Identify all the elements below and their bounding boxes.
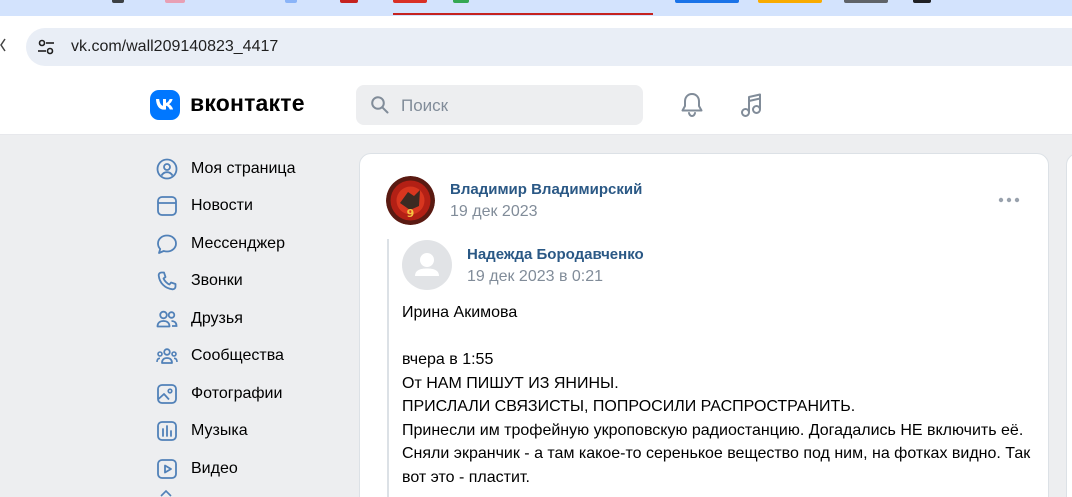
vk-logo-text[interactable]: вконтакте — [190, 90, 305, 117]
search-icon — [371, 96, 389, 114]
post-author-link[interactable]: Владимир Владимирский — [450, 181, 642, 198]
repost-date[interactable]: 19 дек 2023 в 0:21 — [467, 268, 603, 286]
tab-stub[interactable] — [758, 0, 822, 3]
repost-author-link[interactable]: Надежда Бородавченко — [467, 246, 644, 263]
tab-stub[interactable] — [165, 0, 185, 3]
sidebar-item-partial-icon — [160, 489, 172, 497]
sidebar-item-my-page[interactable]: Моя страница — [150, 150, 350, 188]
sidebar-item-label: Моя страница — [191, 159, 296, 177]
users-icon — [156, 310, 178, 328]
sidebar-item-label: Звонки — [191, 272, 243, 290]
tab-stub[interactable] — [913, 0, 931, 3]
sidebar-item-label: Новости — [191, 197, 253, 215]
tab-stub[interactable] — [393, 0, 427, 3]
sidebar-item-messenger[interactable]: Мессенджер — [150, 225, 350, 263]
vk-logo-icon[interactable] — [150, 90, 180, 120]
music-bars-icon — [157, 421, 177, 442]
sidebar-item-label: Мессенджер — [191, 234, 285, 252]
post-text-line: Принесли им трофейную укроповскую радиос… — [402, 421, 1035, 486]
more-options-icon[interactable] — [997, 194, 1021, 206]
url-text[interactable]: vk.com/wall209140823_4417 — [71, 38, 278, 56]
sidebar-item-label: Друзья — [191, 309, 243, 327]
notifications-bell-icon[interactable] — [679, 91, 705, 119]
sidebar-item-calls[interactable]: Звонки — [150, 263, 350, 301]
post-text-line: вчера в 1:55 — [402, 351, 494, 368]
sidebar-item-music[interactable]: Музыка — [150, 413, 350, 451]
nav-chevron-icon[interactable] — [0, 38, 6, 52]
sidebar-item-label: Фотографии — [191, 384, 283, 402]
phone-icon — [157, 271, 177, 291]
sidebar-item-label: Музыка — [191, 422, 248, 440]
repost-divider — [387, 239, 389, 497]
right-side-card — [1066, 153, 1072, 497]
tab-stub[interactable] — [844, 0, 888, 3]
message-bubble-icon — [157, 234, 177, 254]
vk-header: вконтакте Поиск — [0, 74, 1072, 135]
search-placeholder: Поиск — [401, 96, 449, 115]
tab-stub[interactable] — [675, 0, 739, 3]
sidebar-item-label: Видео — [191, 459, 238, 477]
svg-text:9: 9 — [407, 207, 415, 220]
user-circle-icon — [156, 158, 178, 180]
address-bar-row: vk.com/wall209140823_4417 — [0, 16, 1072, 74]
omnibox[interactable]: vk.com/wall209140823_4417 — [26, 28, 1072, 66]
sidebar-item-news[interactable]: Новости — [150, 188, 350, 226]
photo-icon — [157, 383, 177, 404]
post-text-line — [402, 325, 1032, 349]
sidebar-item-label: Сообщества — [191, 347, 284, 365]
newspaper-icon — [157, 196, 177, 217]
video-play-icon — [157, 458, 177, 479]
author-avatar[interactable]: 9 — [386, 176, 435, 225]
post-date[interactable]: 19 дек 2023 — [450, 203, 538, 221]
sidebar-item-photos[interactable]: Фотографии — [150, 375, 350, 413]
post-text: Ирина Акимова вчера в 1:55 От НАМ ПИШУТ … — [402, 301, 1032, 489]
tab-stub[interactable] — [112, 0, 124, 3]
post-text-line: Ирина Акимова — [402, 304, 518, 321]
sidebar-item-video[interactable]: Видео — [150, 450, 350, 488]
post-text-line: От НАМ ПИШУТ ИЗ ЯНИНЫ. — [402, 374, 619, 392]
music-note-icon[interactable] — [738, 91, 766, 119]
left-navigation: Моя страница Новости Мессенджер Звонки Д… — [150, 150, 350, 488]
search-input[interactable]: Поиск — [356, 85, 643, 125]
site-settings-icon[interactable] — [36, 37, 56, 57]
communities-icon — [156, 348, 178, 365]
tab-stub[interactable] — [285, 0, 297, 3]
post-card: 9 Владимир Владимирский 19 дек 2023 Наде… — [359, 153, 1049, 497]
browser-tab-strip — [0, 0, 1072, 16]
sidebar-item-friends[interactable]: Друзья — [150, 300, 350, 338]
active-tab-indicator — [393, 13, 653, 15]
post-text-line: ПРИСЛАЛИ СВЯЗИСТЫ, ПОПРОСИЛИ РАСПРОСТРАН… — [402, 398, 856, 415]
repost-avatar[interactable] — [402, 240, 452, 290]
tab-stub[interactable] — [340, 0, 358, 3]
tab-stub[interactable] — [453, 0, 469, 3]
sidebar-item-communities[interactable]: Сообщества — [150, 338, 350, 376]
